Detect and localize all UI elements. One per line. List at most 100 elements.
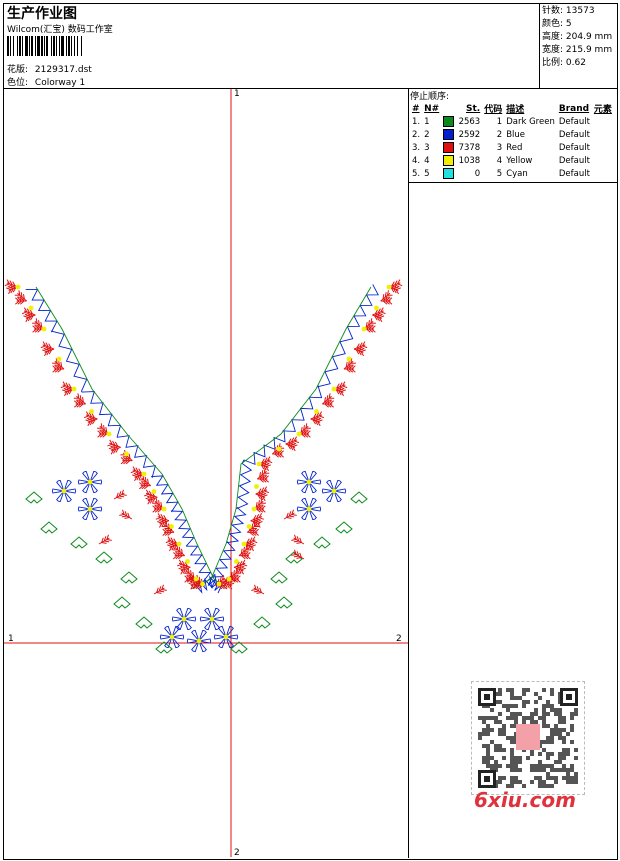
- qr-module: [538, 768, 542, 772]
- blue-flower-center: [306, 506, 312, 512]
- row-element: [592, 115, 614, 128]
- design-file-label: 花版:: [7, 65, 29, 75]
- qr-module: [554, 732, 558, 736]
- qr-module: [566, 768, 570, 772]
- qr-module: [486, 748, 490, 752]
- row-swatch: 2563: [441, 115, 482, 128]
- qr-module: [514, 716, 518, 720]
- qr-module: [494, 716, 498, 720]
- qr-module: [542, 708, 546, 712]
- green-leaf: [275, 596, 293, 609]
- qr-module: [534, 692, 538, 696]
- qr-module: [498, 720, 502, 724]
- row-brand: Default: [558, 142, 590, 153]
- color-swatch: [443, 155, 455, 166]
- qr-module: [530, 764, 534, 768]
- qr-module: [550, 768, 554, 772]
- red-fern-left-leaflet: [144, 493, 150, 497]
- yellow-bead: [251, 506, 257, 512]
- qr-module: [510, 696, 514, 700]
- qr-module: [542, 720, 546, 724]
- qr-module: [534, 764, 538, 768]
- design-canvas: [4, 89, 408, 857]
- qr-module: [546, 712, 550, 716]
- yellow-bead: [246, 524, 252, 529]
- qr-module: [574, 748, 578, 752]
- qr-module: [510, 756, 514, 760]
- qr-code-icon: [478, 688, 578, 788]
- qr-module: [574, 780, 578, 784]
- watermark-qr-code: [471, 681, 585, 795]
- qr-module: [486, 756, 490, 760]
- green-leaf: [335, 521, 353, 534]
- qr-module: [494, 720, 498, 724]
- stat-width: 宽度: 215.9 mm: [542, 45, 613, 55]
- row-index: 2.: [412, 129, 421, 140]
- qr-module: [498, 728, 502, 732]
- qr-module: [542, 768, 546, 772]
- qr-module: [518, 760, 522, 764]
- red-fern-right-leaflet: [380, 311, 386, 315]
- red-sprig-leaflet: [104, 540, 110, 543]
- qr-module: [514, 764, 518, 768]
- qr-module: [510, 712, 514, 716]
- qr-module: [506, 704, 510, 708]
- qr-module: [514, 776, 518, 780]
- qr-module: [518, 696, 522, 700]
- company-name: Wilcom(汇宝) 数码工作室: [7, 25, 113, 35]
- qr-module: [502, 724, 506, 728]
- qr-module: [478, 736, 482, 740]
- row-needle: 3: [424, 142, 430, 153]
- yellow-bead: [346, 356, 352, 362]
- qr-module: [566, 732, 570, 736]
- qr-module: [530, 752, 534, 756]
- yellow-bead: [276, 446, 282, 452]
- qr-module: [486, 752, 490, 756]
- stat-colors: 颜色: 5: [542, 19, 572, 29]
- blue-flower-center: [331, 488, 337, 494]
- red-fern-left-leaflet: [22, 311, 28, 315]
- qr-module: [486, 760, 490, 764]
- qr-module: [498, 688, 502, 692]
- color-swatch: [443, 142, 455, 153]
- red-fern-right-leaflet: [263, 490, 269, 494]
- qr-module: [566, 780, 570, 784]
- stop-row: 3. 3 7378 3 Red Default: [410, 141, 614, 154]
- red-sprig-leaflet: [256, 592, 262, 594]
- col-header-element: 元素: [593, 105, 612, 115]
- qr-module: [550, 752, 554, 756]
- side-panel-divider: [408, 88, 409, 858]
- qr-module: [498, 780, 502, 784]
- yellow-bead: [28, 305, 34, 311]
- qr-module: [530, 712, 534, 716]
- qr-module: [550, 692, 554, 696]
- stop-sequence-title: 停止顺序:: [410, 92, 450, 102]
- qr-module: [558, 716, 562, 720]
- axis-label-top: 1: [234, 89, 240, 99]
- qr-module: [558, 728, 562, 732]
- red-fern-right-leaflet: [242, 563, 248, 567]
- qr-module: [558, 720, 562, 724]
- qr-module: [558, 736, 562, 740]
- row-description: Blue: [506, 129, 526, 140]
- qr-module: [550, 732, 554, 736]
- qr-module: [530, 716, 534, 720]
- color-swatch: [443, 116, 455, 127]
- qr-module: [506, 708, 510, 712]
- qr-module: [570, 768, 574, 772]
- color-swatch: [443, 129, 455, 140]
- qr-module: [566, 772, 570, 776]
- qr-module: [522, 716, 526, 720]
- qr-module: [522, 700, 526, 704]
- row-swatch: 0: [441, 167, 482, 180]
- qr-module: [522, 688, 526, 692]
- qr-module: [510, 748, 514, 752]
- green-leaf: [40, 521, 58, 534]
- qr-module: [530, 780, 534, 784]
- qr-module: [534, 768, 538, 772]
- red-fern-right-leaflet: [362, 345, 368, 349]
- qr-module: [510, 752, 514, 756]
- qr-module: [550, 764, 554, 768]
- red-sprig-leaflet: [121, 494, 127, 496]
- blue-flower-center: [306, 479, 312, 485]
